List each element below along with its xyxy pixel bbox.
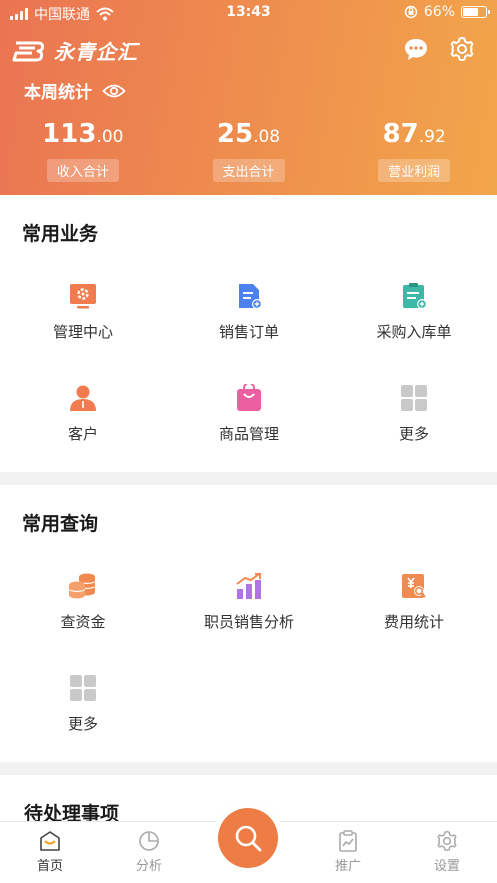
search-icon	[235, 825, 262, 852]
grid-item-expense-stats[interactable]: 费用统计	[331, 571, 497, 632]
home-icon	[40, 831, 60, 851]
expense-search-icon	[399, 571, 429, 601]
tab-label: 推广	[334, 859, 361, 874]
stat-value-int: 87	[382, 119, 419, 149]
grid-item-label: 销售订单	[218, 323, 279, 341]
grid-item-staff-sales-analysis[interactable]: 职员销售分析	[166, 571, 332, 632]
grid-item-label: 管理中心	[52, 323, 113, 341]
coins-icon	[68, 571, 98, 601]
week-stats-title: 本周统计	[24, 83, 92, 103]
grid-item-label: 客户	[67, 425, 98, 443]
grid-item-customer[interactable]: 客户	[0, 383, 166, 444]
tab-promotion[interactable]: 推广	[308, 830, 388, 874]
grid-item-label: 查资金	[60, 613, 106, 631]
stats-row: 113.00 收入合计 25.08 支出合计 87.92 营业利润	[0, 118, 497, 182]
tab-analysis[interactable]: 分析	[109, 830, 189, 874]
tab-settings[interactable]: 设置	[407, 830, 487, 874]
brand-name: 永青企汇	[54, 40, 138, 64]
grid-item-more-query[interactable]: 更多	[0, 673, 166, 734]
header: 中国联通 13:43 66% 永青企汇 本周统计 113.00 收入合计 25.…	[0, 0, 497, 195]
more-grid-icon	[68, 673, 98, 703]
tab-home[interactable]: 首页	[10, 830, 90, 874]
stat-value-dec: .92	[418, 127, 446, 147]
battery-text: 66%	[423, 4, 455, 20]
stat-value-dec: .08	[253, 127, 281, 147]
stat-value-int: 113	[42, 119, 97, 149]
grid-item-more[interactable]: 更多	[331, 383, 497, 444]
week-stats-header: 本周统计	[24, 78, 126, 103]
common-query-section: 常用查询 查资金 职员销售分析 费用统计 更多	[0, 485, 497, 762]
tab-label: 设置	[433, 859, 460, 874]
grid-item-label: 商品管理	[218, 425, 279, 443]
grid-item-label: 更多	[398, 425, 429, 443]
grid-item-label: 更多	[67, 715, 98, 733]
stat-expense[interactable]: 25.08 支出合计	[166, 118, 332, 182]
stat-value-dec: .00	[96, 127, 124, 147]
settings-gear-icon[interactable]	[449, 36, 475, 62]
battery-icon	[461, 6, 490, 18]
stat-profit[interactable]: 87.92 营业利润	[331, 118, 497, 182]
stat-income[interactable]: 113.00 收入合计	[0, 118, 166, 182]
stat-label: 收入合计	[46, 159, 119, 182]
orientation-lock-icon	[404, 5, 418, 19]
grid-item-sales-order[interactable]: 销售订单	[166, 281, 332, 342]
grid-item-management-center[interactable]: 管理中心	[0, 281, 166, 342]
grid-item-label: 职员销售分析	[203, 613, 294, 631]
eye-icon[interactable]	[102, 83, 126, 99]
clipboard-chart-icon	[339, 830, 357, 852]
stat-value-int: 25	[216, 119, 254, 149]
management-center-icon	[68, 281, 98, 311]
grid-item-label: 采购入库单	[376, 323, 452, 341]
brand-mark-icon	[12, 41, 44, 61]
search-fab-button[interactable]	[218, 808, 278, 868]
message-icon[interactable]	[403, 36, 429, 62]
grid-item-purchase-receipt[interactable]: 采购入库单	[331, 281, 497, 342]
grid-item-check-funds[interactable]: 查资金	[0, 571, 166, 632]
stat-label: 营业利润	[378, 159, 451, 182]
stat-label: 支出合计	[212, 159, 285, 182]
section-title: 常用查询	[22, 513, 99, 535]
tab-label: 首页	[36, 859, 63, 874]
settings-icon	[437, 830, 457, 852]
grid-item-product-management[interactable]: 商品管理	[166, 383, 332, 444]
brand-logo: 永青企汇	[12, 36, 138, 65]
purchase-receipt-icon	[399, 281, 429, 311]
product-bag-icon	[234, 383, 264, 413]
sales-order-icon	[234, 281, 264, 311]
customer-icon	[68, 383, 98, 413]
grid-item-label: 费用统计	[383, 613, 444, 631]
pie-chart-icon	[139, 831, 159, 851]
common-business-section: 常用业务 管理中心 销售订单 采购入库单 客户 商品管理 更多	[0, 195, 497, 472]
more-grid-icon	[399, 383, 429, 413]
tab-label: 分析	[135, 859, 162, 874]
status-bar: 中国联通 13:43 66%	[0, 0, 497, 26]
section-title: 常用业务	[22, 223, 99, 245]
sales-chart-icon	[234, 571, 264, 601]
